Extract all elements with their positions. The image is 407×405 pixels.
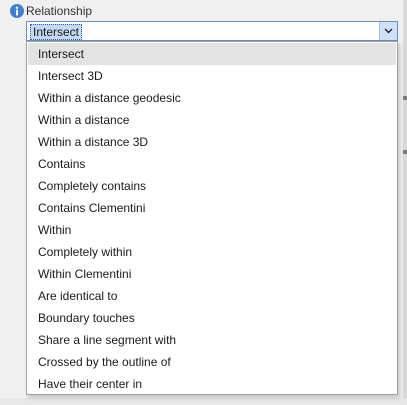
- panel-edge-mark: [403, 96, 407, 100]
- dropdown-button[interactable]: [379, 22, 397, 40]
- dropdown-item-share-line-segment[interactable]: Share a line segment with: [28, 329, 396, 351]
- dropdown-item-completely-within[interactable]: Completely within: [28, 241, 396, 263]
- dropdown-item-completely-contains[interactable]: Completely contains: [28, 175, 396, 197]
- relationship-label: Relationship: [26, 4, 93, 18]
- panel-edge-mark: [403, 150, 407, 154]
- dropdown-item-contains[interactable]: Contains: [28, 153, 396, 175]
- combobox-selected-value[interactable]: Intersect: [30, 24, 83, 40]
- dropdown-item-within-distance-3d[interactable]: Within a distance 3D: [28, 131, 396, 153]
- dropdown-item-within-distance[interactable]: Within a distance: [28, 109, 396, 131]
- relationship-label-row: Relationship: [10, 3, 92, 19]
- chevron-down-icon: [384, 28, 393, 34]
- dropdown-item-crossed-by-outline[interactable]: Crossed by the outline of: [28, 351, 396, 373]
- dropdown-item-are-identical-to[interactable]: Are identical to: [28, 285, 396, 307]
- background-panel-bottom: [0, 398, 407, 405]
- dropdown-item-within[interactable]: Within: [28, 219, 396, 241]
- dropdown-item-intersect-3d[interactable]: Intersect 3D: [28, 65, 396, 87]
- relationship-combobox[interactable]: Intersect: [26, 21, 398, 41]
- background-panel-edge: [403, 0, 407, 405]
- dropdown-item-contains-clementini[interactable]: Contains Clementini: [28, 197, 396, 219]
- dropdown-item-within-clementini[interactable]: Within Clementini: [28, 263, 396, 285]
- dropdown-item-within-distance-geodesic[interactable]: Within a distance geodesic: [28, 87, 396, 109]
- dropdown-item-boundary-touches[interactable]: Boundary touches: [28, 307, 396, 329]
- info-icon[interactable]: [10, 4, 24, 18]
- dropdown-item-intersect[interactable]: Intersect: [28, 43, 396, 65]
- dropdown-item-have-center-in[interactable]: Have their center in: [28, 373, 396, 395]
- relationship-dropdown-list[interactable]: Intersect Intersect 3D Within a distance…: [26, 41, 398, 395]
